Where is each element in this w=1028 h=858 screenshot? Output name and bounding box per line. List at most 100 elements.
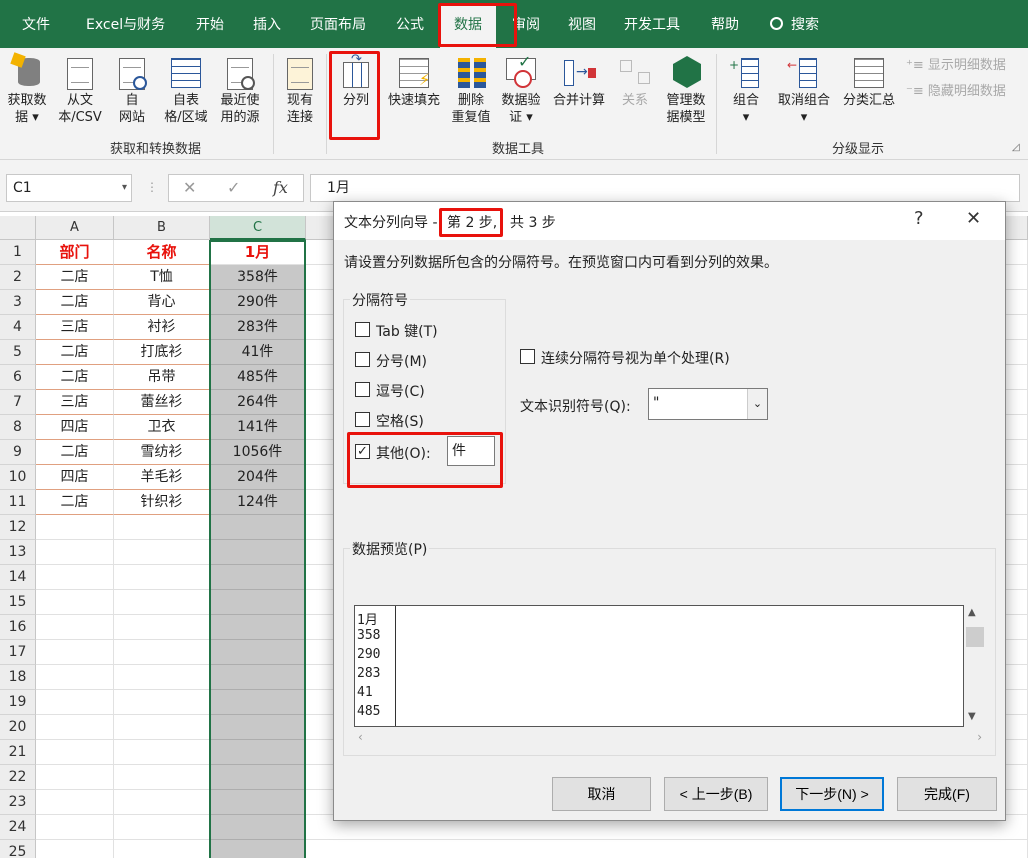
back-button[interactable]: < 上一步(B) bbox=[664, 777, 768, 811]
cell[interactable]: 二店 bbox=[36, 490, 114, 515]
cell[interactable] bbox=[36, 515, 114, 540]
cell[interactable]: 二店 bbox=[36, 265, 114, 290]
cell[interactable] bbox=[114, 840, 210, 858]
row-header[interactable]: 13 bbox=[0, 540, 36, 565]
row-header[interactable]: 20 bbox=[0, 715, 36, 740]
cell[interactable] bbox=[36, 740, 114, 765]
cell[interactable] bbox=[210, 565, 306, 590]
cell[interactable] bbox=[210, 840, 306, 858]
row-header[interactable]: 6 bbox=[0, 365, 36, 390]
row-header[interactable]: 4 bbox=[0, 315, 36, 340]
row-header[interactable]: 15 bbox=[0, 590, 36, 615]
cell[interactable]: 吊带 bbox=[114, 365, 210, 390]
cell[interactable] bbox=[36, 790, 114, 815]
cell[interactable]: 204件 bbox=[210, 465, 306, 490]
preview-pane[interactable]: 1月 358 290 283 41 485 bbox=[354, 605, 964, 727]
cell[interactable]: 二店 bbox=[36, 340, 114, 365]
cell[interactable]: 283件 bbox=[210, 315, 306, 340]
cell[interactable]: 1月 bbox=[210, 240, 306, 265]
row-header[interactable]: 11 bbox=[0, 490, 36, 515]
cell[interactable] bbox=[36, 715, 114, 740]
close-icon[interactable]: ✕ bbox=[966, 208, 981, 229]
cell[interactable]: 四店 bbox=[36, 465, 114, 490]
name-box[interactable]: C1 ▾ bbox=[6, 174, 132, 202]
row-header[interactable]: 14 bbox=[0, 565, 36, 590]
menu-file[interactable]: 文件 bbox=[22, 0, 50, 48]
row-header[interactable]: 3 bbox=[0, 290, 36, 315]
ungroup-button[interactable]: ← 取消组合 ▾ bbox=[772, 52, 836, 126]
row-header[interactable]: 1 bbox=[0, 240, 36, 265]
next-button[interactable]: 下一步(N) > bbox=[780, 777, 884, 811]
row-header[interactable]: 25 bbox=[0, 840, 36, 858]
cell[interactable] bbox=[114, 590, 210, 615]
scroll-thumb[interactable] bbox=[966, 627, 984, 647]
text-to-columns-button[interactable]: ↷ 分列 bbox=[334, 52, 378, 109]
tab-checkbox[interactable] bbox=[355, 322, 370, 337]
cell[interactable]: 358件 bbox=[210, 265, 306, 290]
cell[interactable]: 二店 bbox=[36, 440, 114, 465]
cell[interactable] bbox=[114, 740, 210, 765]
cell[interactable]: 部门 bbox=[36, 240, 114, 265]
cell[interactable]: 蕾丝衫 bbox=[114, 390, 210, 415]
menu-developer[interactable]: 开发工具 bbox=[624, 0, 680, 48]
space-checkbox[interactable] bbox=[355, 412, 370, 427]
cell[interactable]: 264件 bbox=[210, 390, 306, 415]
enter-icon[interactable]: ✓ bbox=[227, 178, 240, 197]
cell[interactable] bbox=[114, 515, 210, 540]
row-header[interactable]: 7 bbox=[0, 390, 36, 415]
help-icon[interactable]: ? bbox=[914, 208, 924, 229]
subtotal-button[interactable]: 分类汇总 bbox=[838, 52, 900, 109]
column-header-b[interactable]: B bbox=[114, 216, 210, 240]
row-header[interactable]: 24 bbox=[0, 815, 36, 840]
other-input[interactable]: 件 bbox=[447, 436, 495, 466]
preview-vertical-scrollbar[interactable]: ▲ ▼ bbox=[964, 605, 986, 727]
menu-insert[interactable]: 插入 bbox=[253, 0, 281, 48]
cell[interactable]: 290件 bbox=[210, 290, 306, 315]
cell[interactable]: 三店 bbox=[36, 315, 114, 340]
cell[interactable]: 二店 bbox=[36, 290, 114, 315]
cell[interactable] bbox=[114, 665, 210, 690]
row-header[interactable]: 19 bbox=[0, 690, 36, 715]
comma-checkbox[interactable] bbox=[355, 382, 370, 397]
semicolon-checkbox[interactable] bbox=[355, 352, 370, 367]
cell[interactable] bbox=[36, 840, 114, 858]
cell[interactable]: 485件 bbox=[210, 365, 306, 390]
row-header[interactable]: 2 bbox=[0, 265, 36, 290]
group-button[interactable]: + 组合 ▾ bbox=[726, 52, 766, 126]
row-header[interactable]: 12 bbox=[0, 515, 36, 540]
row-header[interactable]: 10 bbox=[0, 465, 36, 490]
menu-view[interactable]: 视图 bbox=[568, 0, 596, 48]
get-data-button[interactable]: 获取数 据 ▾ bbox=[3, 52, 51, 126]
cell[interactable] bbox=[36, 640, 114, 665]
scroll-up-icon[interactable]: ▲ bbox=[968, 607, 976, 618]
cell[interactable]: T恤 bbox=[114, 265, 210, 290]
finish-button[interactable]: 完成(F) bbox=[897, 777, 997, 811]
cell[interactable] bbox=[114, 790, 210, 815]
cell[interactable]: 二店 bbox=[36, 365, 114, 390]
chevron-down-icon[interactable]: ⌄ bbox=[747, 389, 767, 419]
cell[interactable] bbox=[36, 815, 114, 840]
data-validation-button[interactable]: ✓ 数据验 证 ▾ bbox=[498, 52, 544, 126]
menu-excel-finance[interactable]: Excel与财务 bbox=[86, 0, 165, 48]
cell[interactable]: 三店 bbox=[36, 390, 114, 415]
cell[interactable] bbox=[114, 640, 210, 665]
menu-page-layout[interactable]: 页面布局 bbox=[310, 0, 366, 48]
row-header[interactable]: 21 bbox=[0, 740, 36, 765]
cell[interactable]: 打底衫 bbox=[114, 340, 210, 365]
cancel-button[interactable]: 取消 bbox=[552, 777, 651, 811]
cell[interactable]: 雪纺衫 bbox=[114, 440, 210, 465]
qualifier-select[interactable]: " ⌄ bbox=[648, 388, 768, 420]
from-table-button[interactable]: 自表 格/区域 bbox=[158, 52, 214, 126]
cell[interactable]: 1056件 bbox=[210, 440, 306, 465]
manage-data-model-button[interactable]: 管理数 据模型 bbox=[660, 52, 712, 126]
row-header[interactable]: 23 bbox=[0, 790, 36, 815]
cell[interactable] bbox=[114, 690, 210, 715]
cell[interactable]: 背心 bbox=[114, 290, 210, 315]
select-all-corner[interactable] bbox=[0, 216, 36, 240]
column-header-a[interactable]: A bbox=[36, 216, 114, 240]
cell[interactable] bbox=[114, 715, 210, 740]
empty-cells[interactable] bbox=[306, 840, 1028, 858]
cell[interactable] bbox=[210, 815, 306, 840]
cell[interactable] bbox=[36, 615, 114, 640]
cell[interactable]: 衬衫 bbox=[114, 315, 210, 340]
